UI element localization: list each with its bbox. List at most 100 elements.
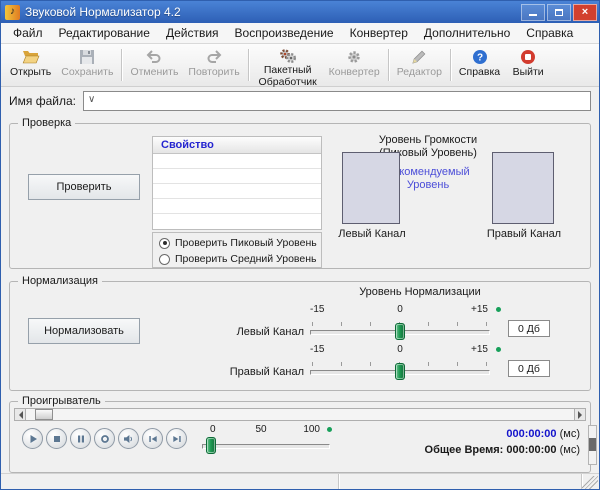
scale-min-label: -15	[310, 304, 324, 315]
menu-playback[interactable]: Воспроизведение	[227, 24, 342, 42]
undo-button[interactable]: Отменить	[125, 45, 183, 85]
green-dot-icon	[496, 307, 501, 312]
exit-power-icon	[520, 48, 536, 66]
scale-max-label: +15	[471, 304, 488, 315]
redo-arrow-icon	[206, 48, 222, 66]
volume-slider[interactable]	[202, 436, 320, 454]
filename-row: Имя файла: ∨	[1, 87, 599, 115]
skip-forward-icon	[172, 434, 182, 444]
maximize-icon	[555, 9, 563, 16]
seek-thumb[interactable]	[35, 409, 53, 420]
left-slider-thumb[interactable]	[395, 323, 405, 340]
undo-arrow-icon	[146, 48, 162, 66]
check-button[interactable]: Проверить	[28, 174, 140, 200]
main-area: Проверка Проверить Свойство Проверить Пи…	[1, 115, 599, 473]
mute-button[interactable]	[118, 428, 139, 449]
filename-label: Имя файла:	[9, 94, 76, 108]
maximize-button[interactable]	[547, 4, 571, 21]
radio-peak-label: Проверить Пиковый Уровень	[175, 237, 317, 249]
toolbar: Открыть Сохранить Отменить Повторить	[1, 44, 599, 87]
menu-converter[interactable]: Конвертер	[342, 24, 416, 42]
side-scrollbar[interactable]	[588, 425, 597, 465]
table-row[interactable]	[153, 184, 321, 199]
pause-icon	[76, 434, 86, 444]
radio-peak-level[interactable]: Проверить Пиковый Уровень	[159, 235, 315, 251]
next-button[interactable]	[166, 428, 187, 449]
right-channel-label: Правый Канал	[482, 228, 566, 240]
batch-processor-label: Пакетный Обработчик	[257, 65, 319, 88]
check-mode-panel: Проверить Пиковый Уровень Проверить Сред…	[152, 232, 322, 268]
right-slider-scale: -15 0 +15	[310, 344, 490, 356]
volume-min-label: 0	[210, 424, 216, 435]
check-group: Проверка Проверить Свойство Проверить Пи…	[9, 123, 591, 269]
minimize-button[interactable]	[521, 4, 545, 21]
toolbar-separator	[388, 49, 389, 81]
stop-button[interactable]	[46, 428, 67, 449]
scale-max-label: +15	[471, 344, 488, 355]
seek-left-arrow[interactable]	[14, 408, 26, 421]
radio-average-level[interactable]: Проверить Средний Уровень	[159, 251, 315, 267]
menu-help[interactable]: Справка	[518, 24, 581, 42]
left-channel-slider[interactable]	[310, 322, 490, 340]
exit-button[interactable]: Выйти	[505, 45, 551, 85]
menu-extra[interactable]: Дополнительно	[416, 24, 518, 42]
app-icon: ♪	[5, 5, 20, 20]
volume-thumb[interactable]	[206, 437, 216, 454]
loop-button[interactable]	[94, 428, 115, 449]
previous-button[interactable]	[142, 428, 163, 449]
batch-processor-button[interactable]: Пакетный Обработчик	[252, 45, 324, 85]
right-db-value[interactable]: 0 Дб	[508, 360, 550, 377]
slider-groove[interactable]	[202, 444, 330, 449]
help-label: Справка	[459, 67, 500, 79]
seek-right-arrow[interactable]	[574, 408, 586, 421]
right-triangle-icon	[578, 411, 586, 419]
converter-button[interactable]: Конвертер	[324, 45, 385, 85]
status-pane	[1, 474, 339, 490]
radio-average-label: Проверить Средний Уровень	[175, 253, 316, 265]
menu-edit[interactable]: Редактирование	[51, 24, 158, 42]
table-row[interactable]	[153, 169, 321, 184]
player-buttons	[22, 428, 187, 449]
normalize-button[interactable]: Нормализовать	[28, 318, 140, 344]
table-row[interactable]	[153, 214, 321, 229]
left-triangle-icon	[15, 411, 23, 419]
close-button[interactable]: ×	[573, 4, 597, 21]
titlebar[interactable]: ♪ Звуковой Нормализатор 4.2 ×	[1, 1, 599, 23]
converter-label: Конвертер	[329, 67, 380, 79]
pause-button[interactable]	[70, 428, 91, 449]
save-button[interactable]: Сохранить	[56, 45, 118, 85]
help-button[interactable]: ? Справка	[454, 45, 505, 85]
volume-control: 0 50 100	[202, 424, 332, 454]
play-button[interactable]	[22, 428, 43, 449]
norm-left-channel-label: Левый Канал	[208, 326, 304, 338]
seek-bar[interactable]	[14, 408, 586, 421]
left-db-value[interactable]: 0 Дб	[508, 320, 550, 337]
speaker-icon	[123, 434, 134, 444]
property-table-header: Свойство	[153, 137, 321, 154]
undo-label: Отменить	[130, 67, 178, 79]
table-row[interactable]	[153, 199, 321, 214]
right-slider-thumb[interactable]	[395, 363, 405, 380]
filename-combobox[interactable]: ∨	[83, 91, 591, 111]
loop-icon	[100, 434, 110, 444]
side-scrollbar-thumb[interactable]	[589, 438, 596, 451]
menu-file[interactable]: Файл	[5, 24, 51, 42]
status-bar	[1, 473, 599, 490]
table-row[interactable]	[153, 154, 321, 169]
open-label: Открыть	[10, 67, 51, 79]
seek-track[interactable]	[26, 408, 574, 421]
converter-gear-icon	[346, 48, 362, 66]
property-table: Свойство	[152, 136, 322, 230]
player-group-legend: Проигрыватель	[18, 394, 105, 408]
editor-button[interactable]: Редактор	[392, 45, 447, 85]
open-button[interactable]: Открыть	[5, 45, 56, 85]
scale-mid-label: 0	[397, 344, 403, 355]
menu-actions[interactable]: Действия	[158, 24, 227, 42]
resize-grip-icon[interactable]	[582, 476, 598, 490]
help-question-icon: ?	[472, 48, 488, 66]
right-channel-slider[interactable]	[310, 362, 490, 380]
skip-back-icon	[148, 434, 158, 444]
normalization-group-legend: Нормализация	[18, 274, 102, 288]
redo-button[interactable]: Повторить	[183, 45, 244, 85]
chevron-down-icon[interactable]: ∨	[88, 94, 95, 105]
